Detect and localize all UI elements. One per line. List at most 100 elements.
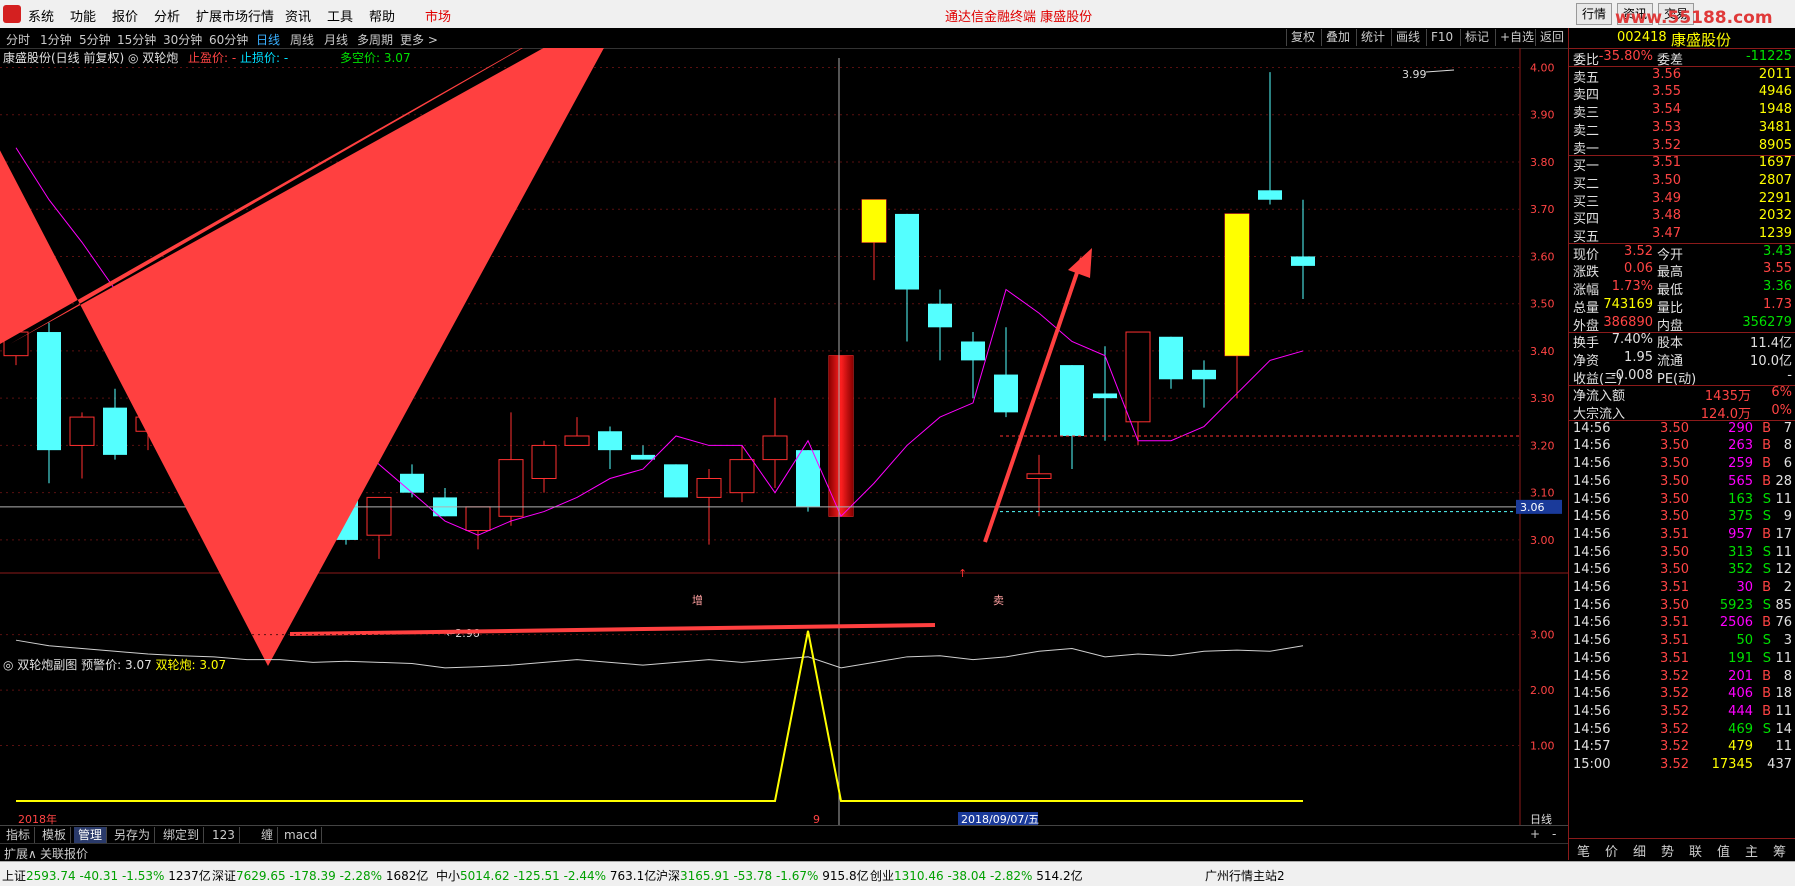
indicator-tab[interactable]: 绑定到 bbox=[159, 827, 205, 843]
kline-chart[interactable]: 3.99←2.96增卖↑ 4.003.903.803.703.603.503.4… bbox=[0, 48, 1568, 825]
btn-back[interactable]: 返回 bbox=[1535, 29, 1568, 46]
tick-row: 14:56 3.50 565 B 28 bbox=[1569, 474, 1795, 491]
indicator-tab[interactable]: 123 bbox=[208, 827, 240, 843]
period-label: 日线 bbox=[1530, 812, 1552, 825]
tick-row: 14:56 3.52 469 S 14 bbox=[1569, 722, 1795, 739]
index-quote[interactable]: 中小5014.62 -125.51 -2.44% 763.1亿 bbox=[436, 867, 656, 884]
period-15min[interactable]: 15分钟 bbox=[117, 31, 156, 48]
ext-toggle[interactable]: 扩展∧ bbox=[4, 845, 37, 862]
tick-row: 14:56 3.50 5923 S 85 bbox=[1569, 598, 1795, 615]
btn-fuquan[interactable]: 复权 bbox=[1286, 29, 1319, 46]
period-week[interactable]: 周线 bbox=[290, 31, 314, 48]
period-day[interactable]: 日线 bbox=[256, 31, 280, 48]
tick-count: 3 bbox=[1783, 633, 1792, 649]
menu-ext-market[interactable]: 扩展市场行情 bbox=[196, 6, 274, 25]
stat-label: 净资 bbox=[1573, 353, 1600, 369]
y-tick-label: 3.80 bbox=[1530, 156, 1555, 169]
indicator-tab[interactable]: 缠 bbox=[257, 827, 279, 843]
period-month[interactable]: 月线 bbox=[324, 31, 348, 48]
detail-tab[interactable]: 筹 bbox=[1773, 841, 1786, 860]
btn-f10[interactable]: F10 bbox=[1426, 29, 1457, 46]
detail-tab[interactable]: 价 bbox=[1605, 841, 1618, 860]
tick-price: 3.52 bbox=[1660, 686, 1689, 702]
period-fenshi[interactable]: 分时 bbox=[6, 31, 30, 48]
menu-news[interactable]: 资讯 bbox=[285, 6, 311, 25]
tick-price: 3.50 bbox=[1660, 562, 1689, 578]
tick-price: 3.50 bbox=[1660, 544, 1689, 560]
indicator-tab[interactable]: 模板 bbox=[38, 827, 72, 843]
stock-header: 002418 康盛股份 bbox=[1569, 28, 1795, 49]
menu-analysis[interactable]: 分析 bbox=[154, 6, 180, 25]
period-30min[interactable]: 30分钟 bbox=[163, 31, 202, 48]
detail-tab[interactable]: 笔 bbox=[1577, 841, 1590, 860]
stat-label: 内盘 bbox=[1657, 318, 1684, 334]
index-quote[interactable]: 沪深3165.91 -53.78 -1.67% 915.8亿 bbox=[656, 867, 869, 884]
tick-volume: 444 bbox=[1728, 703, 1753, 719]
btn-add-watch[interactable]: +自选 bbox=[1495, 29, 1538, 46]
tick-row: 15:00 3.52 17345 437 bbox=[1569, 757, 1795, 774]
sub-indicator-dropdown[interactable]: ◎ 双轮炮副图 bbox=[3, 658, 77, 672]
index-quote[interactable]: 上证2593.74 -40.31 -1.53% 1237亿 bbox=[2, 867, 211, 884]
period-60min[interactable]: 60分钟 bbox=[209, 31, 248, 48]
detail-tab[interactable]: 值 bbox=[1717, 841, 1730, 860]
bid-price: 3.48 bbox=[1652, 208, 1681, 224]
btn-draw[interactable]: 画线 bbox=[1391, 29, 1424, 46]
stock-name: 康盛股份 bbox=[1671, 31, 1732, 49]
detail-tab[interactable]: 势 bbox=[1661, 841, 1674, 860]
stat-value: 3.52 bbox=[1624, 243, 1653, 259]
menu-market[interactable]: 市场 bbox=[425, 6, 451, 25]
period-more[interactable]: 更多 > bbox=[400, 31, 438, 48]
index-quote[interactable]: 深证7629.65 -178.39 -2.28% 1682亿 bbox=[212, 867, 428, 884]
menu-system[interactable]: 系统 bbox=[28, 6, 54, 25]
ask-row: 卖二 3.53 3481 bbox=[1569, 120, 1795, 139]
menu-function[interactable]: 功能 bbox=[70, 6, 96, 25]
bid-row: 买四 3.48 2032 bbox=[1569, 208, 1795, 227]
period-5min[interactable]: 5分钟 bbox=[79, 31, 111, 48]
btn-overlay[interactable]: 叠加 bbox=[1321, 29, 1354, 46]
menu-tools[interactable]: 工具 bbox=[327, 6, 353, 25]
detail-tab[interactable]: 主 bbox=[1745, 841, 1758, 860]
period-1min[interactable]: 1分钟 bbox=[40, 31, 72, 48]
candle-body bbox=[1093, 393, 1117, 399]
y-tick-label: 3.40 bbox=[1530, 345, 1555, 358]
related-quote[interactable]: 关联报价 bbox=[40, 845, 88, 862]
menu-help[interactable]: 帮助 bbox=[369, 6, 395, 25]
indicator-tab[interactable]: 指标 bbox=[2, 827, 36, 843]
tick-price: 3.50 bbox=[1660, 473, 1689, 489]
watermark: www.55188.com bbox=[1615, 8, 1773, 28]
tick-time: 14:56 bbox=[1573, 456, 1611, 472]
index-field: 514.2亿 bbox=[1032, 869, 1083, 883]
zoom-out-icon[interactable]: - bbox=[1552, 827, 1556, 841]
index-field: 1682亿 bbox=[382, 869, 429, 883]
indicator-tab[interactable]: macd bbox=[280, 827, 323, 843]
y-tick-label: 3.00 bbox=[1530, 534, 1555, 547]
index-field: -1.53% bbox=[118, 869, 165, 883]
index-field: -1.67% bbox=[772, 869, 819, 883]
tick-row: 14:56 3.50 290 B 7 bbox=[1569, 421, 1795, 438]
tick-price: 3.52 bbox=[1660, 721, 1689, 737]
detail-tab[interactable]: 细 bbox=[1633, 841, 1646, 860]
candle-body bbox=[1291, 256, 1315, 266]
index-field: 1237亿 bbox=[164, 869, 211, 883]
period-multi[interactable]: 多周期 bbox=[357, 31, 393, 48]
candle-body bbox=[1159, 336, 1183, 380]
stat-label: 总量 bbox=[1573, 300, 1600, 316]
flow-percent: 6% bbox=[1771, 385, 1792, 401]
ask-row: 卖一 3.52 8905 bbox=[1569, 137, 1795, 157]
ask-volume: 8905 bbox=[1758, 137, 1792, 153]
detail-tab[interactable]: 联 bbox=[1689, 841, 1702, 860]
btn-stats[interactable]: 统计 bbox=[1356, 29, 1389, 46]
index-quote[interactable]: 创业1310.46 -38.04 -2.82% 514.2亿 bbox=[870, 867, 1083, 884]
menu-quote[interactable]: 报价 bbox=[112, 6, 138, 25]
ask-row: 卖四 3.55 4946 bbox=[1569, 84, 1795, 103]
bid-price: 3.51 bbox=[1652, 155, 1681, 171]
app-logo-icon bbox=[3, 5, 21, 23]
indicator-tab[interactable]: 管理 bbox=[74, 827, 108, 843]
zoom-in-icon[interactable]: + bbox=[1530, 827, 1540, 841]
sub-tick: 3.00 bbox=[1530, 629, 1555, 642]
candle-body bbox=[598, 431, 622, 451]
btn-mark[interactable]: 标记 bbox=[1460, 29, 1493, 46]
btn-quote[interactable]: 行情 bbox=[1576, 3, 1613, 25]
tick-volume: 17345 bbox=[1711, 757, 1753, 772]
indicator-tab[interactable]: 另存为 bbox=[110, 827, 156, 843]
